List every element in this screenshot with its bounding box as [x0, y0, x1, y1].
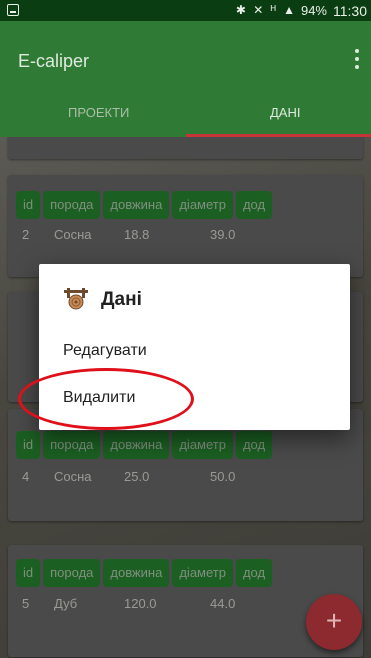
- annotation-ellipse: [18, 368, 194, 430]
- dialog-title: Дані: [101, 289, 142, 310]
- plus-icon: +: [325, 605, 343, 636]
- edit-menu-item[interactable]: Редагувати: [63, 342, 147, 360]
- add-record-button[interactable]: +: [306, 594, 362, 650]
- caliper-logo-icon: [64, 288, 88, 310]
